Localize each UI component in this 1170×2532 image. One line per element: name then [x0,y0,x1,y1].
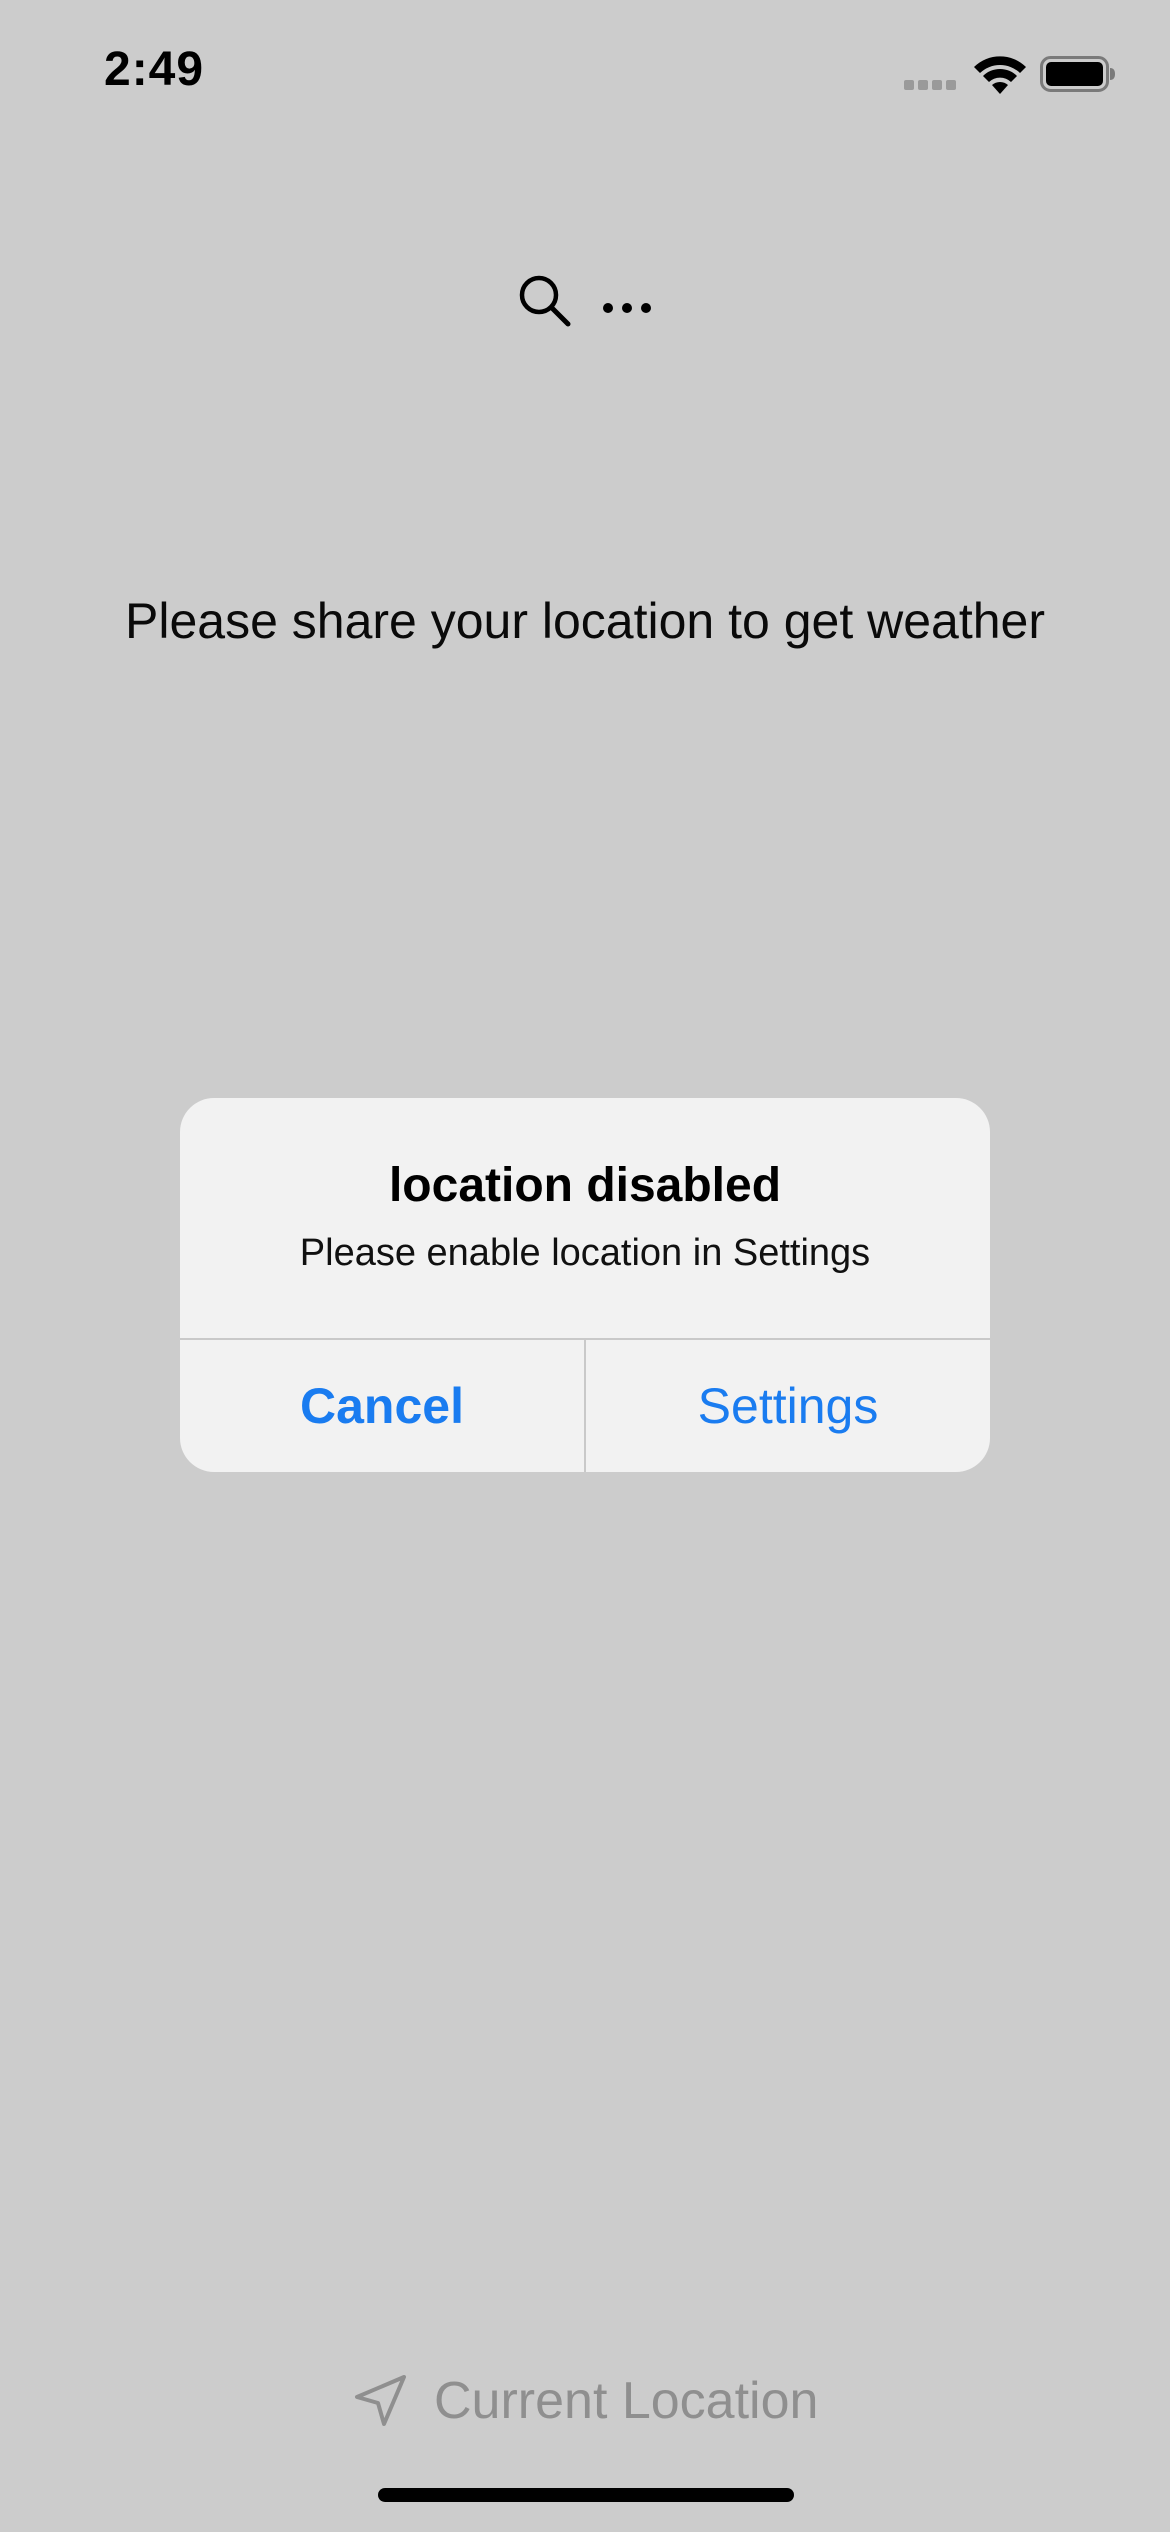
ellipsis-icon[interactable] [598,280,656,320]
alert-message: Please enable location in Settings [299,1232,871,1274]
search-icon[interactable] [516,272,574,330]
alert-title: location disabled [388,1159,782,1212]
home-indicator[interactable] [378,2488,794,2502]
wifi-icon [974,56,1026,94]
cancel-button[interactable]: Cancel [180,1340,584,1472]
location-disabled-alert: location disabled Please enable location… [180,1098,990,1472]
battery-icon [1040,56,1115,92]
status-bar: 2:49 [0,0,1170,140]
top-toolbar [0,262,1170,342]
settings-button[interactable]: Settings [586,1340,990,1472]
status-time: 2:49 [104,43,205,96]
location-arrow-icon [355,2375,406,2426]
location-prompt-text: Please share your location to get weathe… [125,593,1045,649]
cellular-signal-icon [904,80,960,92]
current-location-label: Current Location [434,2372,819,2430]
current-location-button[interactable]: Current Location [352,2366,818,2436]
